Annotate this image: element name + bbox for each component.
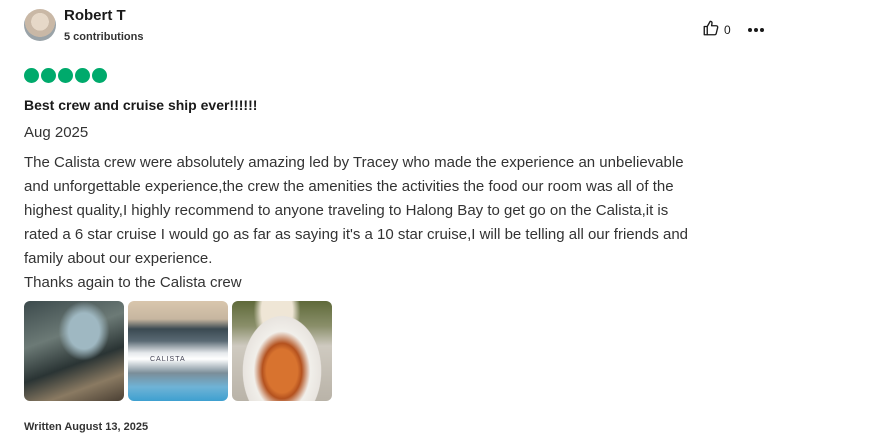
rating-bubble <box>41 68 56 83</box>
rating-bubble <box>92 68 107 83</box>
review-body: The Calista crew were absolutely amazing… <box>24 151 764 295</box>
rating-bubble <box>24 68 39 83</box>
reviewer-avatar[interactable] <box>24 9 56 41</box>
more-options-button[interactable] <box>745 20 767 38</box>
helpful-count: 0 <box>724 23 731 37</box>
written-date: Written August 13, 2025 <box>24 421 149 433</box>
helpful-vote-button[interactable]: 0 <box>702 19 731 42</box>
review-body-line: highest quality,I highly recommend to an… <box>24 202 669 219</box>
review-photo-ship[interactable]: CALISTA <box>128 301 228 401</box>
reviewer-name[interactable]: Robert T <box>64 7 126 24</box>
review-title[interactable]: Best crew and cruise ship ever!!!!!! <box>24 97 257 113</box>
review-photo-food[interactable] <box>232 301 332 401</box>
reviewer-contributions: 5 contributions <box>64 31 144 43</box>
review-photo-cave[interactable] <box>24 301 124 401</box>
review-body-line: and unforgettable experience,the crew th… <box>24 178 674 195</box>
review-photos: CALISTA <box>24 301 332 401</box>
review-body-line: rated a 6 star cruise I would go as far … <box>24 226 689 243</box>
thumbs-up-icon <box>702 19 720 42</box>
rating-bubble <box>58 68 73 83</box>
review-date: Aug 2025 <box>24 124 89 141</box>
more-options-icon <box>747 20 765 38</box>
review-body-line: The Calista crew were absolutely amazing… <box>24 154 684 171</box>
rating-bubble <box>75 68 90 83</box>
review-body-line: Thanks again to the Calista crew <box>24 274 242 291</box>
review-body-line: family about our experience. <box>24 250 213 267</box>
rating-bubbles <box>24 68 107 83</box>
ship-brand-sign: CALISTA <box>150 356 186 363</box>
